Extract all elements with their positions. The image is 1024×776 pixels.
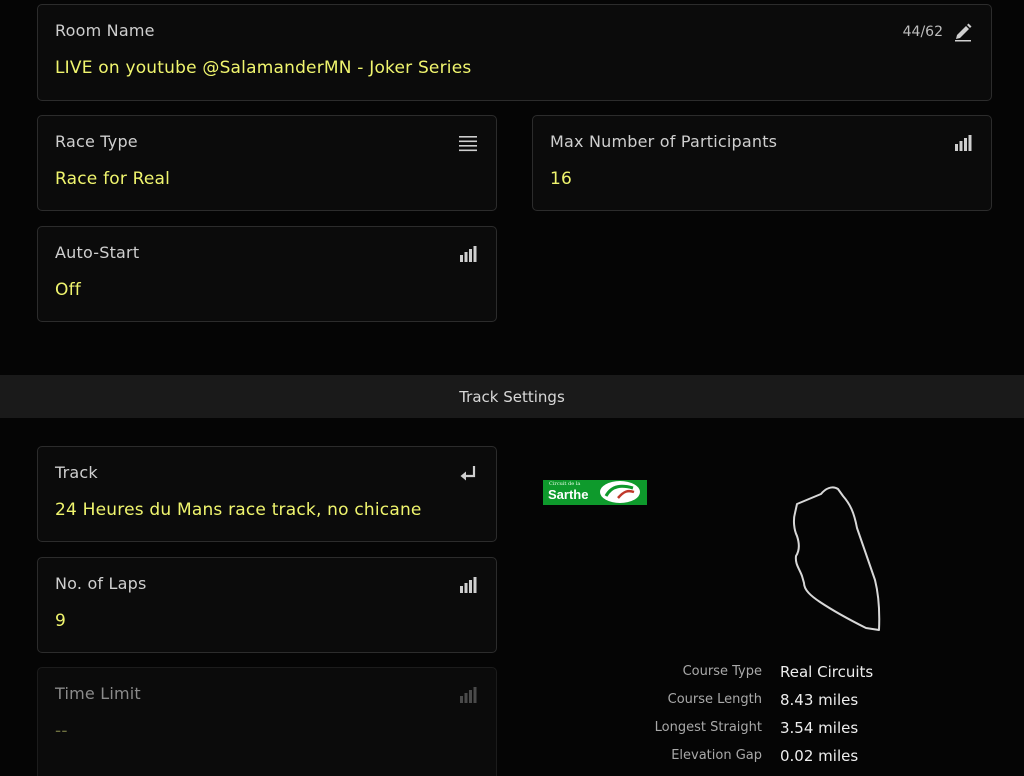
lobby-settings-screen: Room Name 44/62 LIVE on youtube @Salaman… [0,0,1024,776]
logo-main-text: Sarthe [548,487,589,502]
stat-value: Real Circuits [780,663,874,681]
race-type-value: Race for Real [55,169,171,189]
stat-key: Longest Straight [654,720,762,735]
room-name-label: Room Name [55,21,155,40]
signal-bars-icon [460,687,477,703]
laps-card[interactable]: No. of Laps 9 [37,557,497,653]
track-settings-header: Track Settings [0,375,1024,418]
room-name-value: LIVE on youtube @SalamanderMN - Joker Se… [55,58,472,78]
race-type-card[interactable]: Race Type Race for Real [37,115,497,211]
logo-emblem [600,481,640,503]
max-participants-value: 16 [550,169,573,189]
stat-row: Longest Straight 3.54 miles [600,716,1000,740]
track-card[interactable]: Track 24 Heures du Mans race track, no c… [37,446,497,542]
laps-label: No. of Laps [55,574,147,593]
track-value: 24 Heures du Mans race track, no chicane [55,500,422,520]
stat-row: Elevation Gap 0.02 miles [600,744,1000,768]
room-name-char-counter: 44/62 [902,24,943,40]
return-arrow-icon [460,466,476,481]
signal-bars-icon [460,246,477,262]
track-map-outline [792,486,881,631]
race-type-label: Race Type [55,132,138,151]
list-icon [459,136,477,152]
stat-value: 8.43 miles [780,691,859,709]
auto-start-label: Auto-Start [55,243,140,262]
laps-value: 9 [55,611,67,631]
auto-start-value: Off [55,280,81,300]
section-title: Track Settings [459,388,565,406]
room-name-card[interactable]: Room Name 44/62 LIVE on youtube @Salaman… [37,4,992,101]
max-participants-card[interactable]: Max Number of Participants 16 [532,115,992,211]
time-limit-card: Time Limit -- [37,667,497,776]
stat-value: 3.54 miles [780,719,859,737]
signal-bars-icon [460,577,477,593]
pencil-icon[interactable] [953,22,973,42]
time-limit-label: Time Limit [55,684,141,703]
stat-key: Course Length [667,692,762,707]
track-label: Track [55,463,98,482]
stat-value: 0.02 miles [780,747,859,765]
stat-row: Course Length 8.43 miles [600,688,1000,712]
stat-key: Elevation Gap [671,748,762,763]
time-limit-value: -- [55,721,68,741]
stat-key: Course Type [682,664,762,679]
max-participants-label: Max Number of Participants [550,132,778,151]
auto-start-card[interactable]: Auto-Start Off [37,226,497,322]
circuit-logo: Circuit de la Sarthe [543,480,647,505]
stat-row: Course Type Real Circuits [600,660,1000,684]
signal-bars-icon [955,135,972,151]
